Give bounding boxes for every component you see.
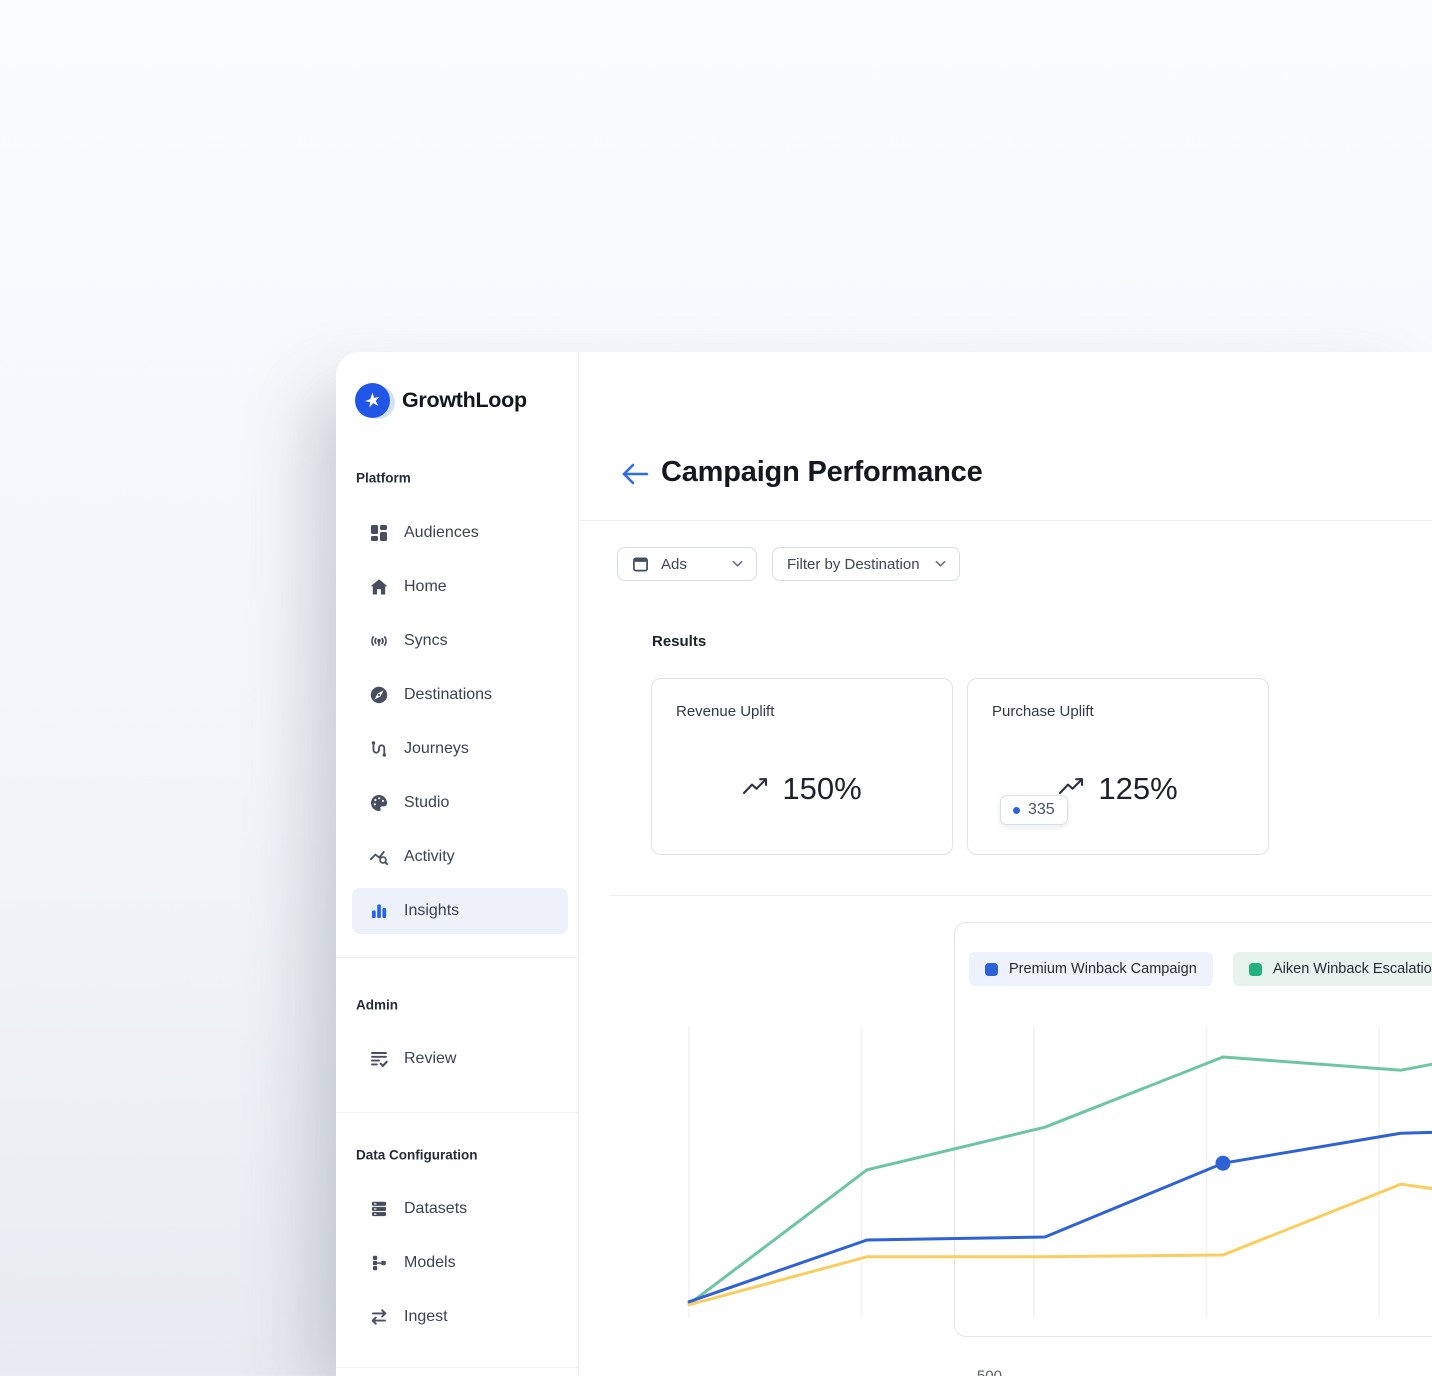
metric-label: Revenue Uplift: [676, 703, 774, 720]
app-window: GrowthLoop Platform Audiences Home Syncs…: [336, 352, 1432, 1376]
legend-swatch: [1249, 963, 1262, 976]
route-icon: [369, 739, 389, 759]
sidebar-item-label: Activity: [404, 848, 455, 866]
sidebar-divider: [336, 957, 578, 958]
sidebar-item-insights[interactable]: Insights: [352, 888, 568, 934]
swap-arrows-icon: [369, 1307, 389, 1327]
sidebar-item-activity[interactable]: Activity: [352, 834, 568, 880]
compass-icon: [369, 685, 389, 705]
purchase-uplift-card: Purchase Uplift 125%: [967, 678, 1269, 855]
results-heading: Results: [652, 633, 706, 650]
sidebar-divider: [336, 1367, 578, 1368]
sidebar-item-datasets[interactable]: Datasets: [352, 1186, 568, 1232]
datasets-icon: [369, 1199, 389, 1219]
sidebar-item-label: Datasets: [404, 1200, 467, 1218]
revenue-uplift-card: Revenue Uplift 150%: [651, 678, 953, 855]
review-icon: [369, 1049, 389, 1069]
metric-value: 125%: [1098, 771, 1177, 807]
legend-label: Aiken Winback Escalation: [1273, 961, 1432, 977]
legend-chip-aiken-winback-escalation[interactable]: Aiken Winback Escalation: [1233, 952, 1432, 986]
sidebar: GrowthLoop Platform Audiences Home Syncs…: [336, 352, 579, 1376]
legend-label: Premium Winback Campaign: [1009, 961, 1197, 977]
chevron-down-icon: [935, 560, 946, 568]
metric-label: Purchase Uplift: [992, 703, 1094, 720]
sidebar-item-ingest[interactable]: Ingest: [352, 1294, 568, 1340]
sidebar-divider: [336, 1112, 578, 1113]
sidebar-item-label: Studio: [404, 794, 449, 812]
sidebar-item-home[interactable]: Home: [352, 564, 568, 610]
sidebar-item-label: Audiences: [404, 524, 479, 542]
page-title: Campaign Performance: [661, 456, 983, 489]
home-icon: [369, 577, 389, 597]
tooltip-value: 335: [1028, 801, 1055, 819]
sidebar-section-label: Admin: [356, 998, 398, 1013]
growthloop-logo-icon: [355, 383, 390, 418]
sidebar-item-label: Review: [404, 1050, 456, 1068]
sidebar-item-label: Insights: [404, 902, 459, 920]
ads-type-dropdown[interactable]: Ads: [617, 547, 757, 581]
main-content: Campaign Performance Ads Filter by Desti…: [579, 352, 1432, 1376]
sidebar-item-studio[interactable]: Studio: [352, 780, 568, 826]
sidebar-item-label: Syncs: [404, 632, 448, 650]
activity-icon: [369, 847, 389, 867]
back-button[interactable]: [620, 461, 650, 488]
sidebar-section-label: Platform: [356, 471, 411, 486]
app-title: GrowthLoop: [402, 388, 527, 413]
sidebar-item-journeys[interactable]: Journeys: [352, 726, 568, 772]
sidebar-item-audiences[interactable]: Audiences: [352, 510, 568, 556]
sidebar-item-label: Home: [404, 578, 447, 596]
sidebar-section-label: Data Configuration: [356, 1148, 478, 1163]
trend-up-icon: [742, 776, 769, 802]
sidebar-item-label: Ingest: [404, 1308, 448, 1326]
metric-value: 150%: [782, 771, 861, 807]
sidebar-item-review[interactable]: Review: [352, 1036, 568, 1082]
chart-tooltip: 335: [1000, 795, 1068, 825]
window-icon: [632, 556, 649, 573]
bar-chart-icon: [369, 901, 389, 921]
logo: GrowthLoop: [355, 382, 527, 418]
models-icon: [369, 1253, 389, 1273]
sidebar-item-destinations[interactable]: Destinations: [352, 672, 568, 718]
broadcast-icon: [369, 631, 389, 651]
sidebar-item-label: Models: [404, 1254, 456, 1272]
legend-swatch: [985, 963, 998, 976]
legend-chip-premium-winback-campaign[interactable]: Premium Winback Campaign: [969, 952, 1213, 986]
palette-icon: [369, 793, 389, 813]
destination-dropdown-placeholder: Filter by Destination: [787, 556, 920, 573]
sidebar-item-syncs[interactable]: Syncs: [352, 618, 568, 664]
sidebar-item-label: Journeys: [404, 740, 469, 758]
sidebar-item-label: Destinations: [404, 686, 492, 704]
tooltip-series-dot: [1013, 807, 1020, 814]
filter-by-destination-dropdown[interactable]: Filter by Destination: [772, 547, 960, 581]
ads-dropdown-value: Ads: [661, 556, 687, 573]
grid-icon: [369, 523, 389, 543]
chevron-down-icon: [732, 560, 743, 568]
sidebar-item-models[interactable]: Models: [352, 1240, 568, 1286]
y-axis-tick-label: 500: [942, 1368, 1002, 1376]
header-divider: [579, 520, 1432, 521]
section-divider: [610, 895, 1432, 896]
